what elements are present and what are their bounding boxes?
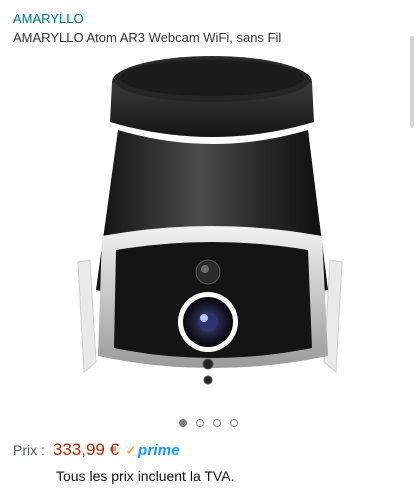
image-carousel-indicator (0, 419, 416, 431)
prime-label: prime (138, 442, 180, 459)
product-image[interactable] (60, 50, 360, 410)
prime-badge[interactable]: ✓ prime (125, 442, 180, 459)
price-value: 333,99 € (52, 440, 120, 459)
price-row: Prix : 333,99 € ✓ prime (13, 440, 180, 462)
carousel-dot-4[interactable] (229, 419, 238, 427)
carousel-dot-3[interactable] (212, 419, 221, 427)
carousel-dot-2[interactable] (195, 419, 204, 427)
scrollbar[interactable] (410, 36, 414, 128)
price-label: Prix : (13, 442, 45, 458)
carousel-dot-1[interactable] (178, 419, 187, 427)
prime-check-icon: ✓ (125, 442, 138, 458)
brand-link[interactable]: AMARYLLO (13, 10, 84, 28)
product-title: AMARYLLO Atom AR3 Webcam WiFi, sans Fil (13, 30, 282, 45)
tax-note: Tous les prix incluent la TVA. (56, 468, 235, 484)
